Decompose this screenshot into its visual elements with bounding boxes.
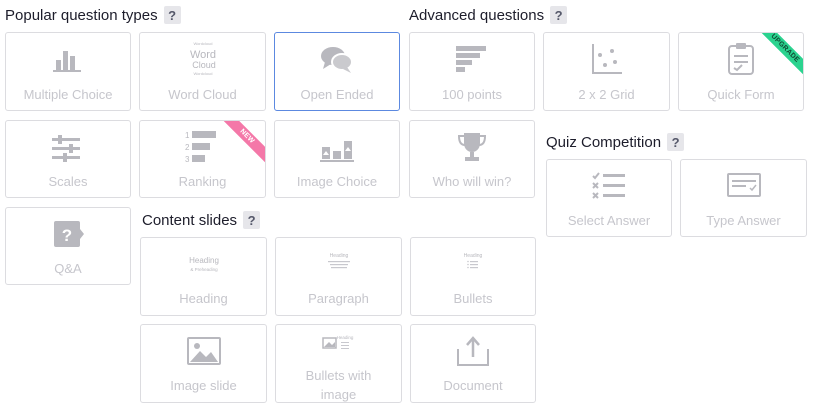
heading-preview-icon: Heading & Preheading (189, 256, 219, 272)
scatter-grid-icon (591, 44, 622, 74)
heading-preview-subtitle: & Preheading (190, 267, 218, 272)
clipboard-icon (728, 43, 754, 75)
card-open-ended[interactable]: Open Ended (274, 32, 400, 111)
new-ribbon-label: NEW (217, 121, 265, 166)
trophy-icon (457, 133, 487, 161)
image-bars-icon (320, 141, 354, 162)
upgrade-ribbon-label: UPGRADE (755, 33, 803, 78)
sliders-icon (52, 135, 80, 162)
paragraph-preview-icon: Heading (327, 253, 350, 269)
card-label: Heading (179, 291, 228, 306)
card-label: Open Ended (300, 87, 374, 102)
card-type-answer[interactable]: Type Answer (680, 159, 807, 237)
heading-preview-title: Heading (189, 256, 219, 265)
card-label: Q&A (54, 261, 82, 276)
card-document[interactable]: Document (410, 324, 536, 403)
popular-section-label: Popular question types (5, 6, 158, 24)
card-label: Quick Form (707, 87, 775, 102)
image-icon (186, 337, 221, 365)
card-label: Ranking (178, 174, 227, 189)
content-help-button[interactable]: ? (243, 211, 261, 229)
popular-help-button[interactable]: ? (163, 6, 181, 24)
document-upload-icon (457, 336, 489, 366)
card-qa[interactable]: ? Q&A (5, 207, 131, 285)
card-label: Word Cloud (168, 87, 237, 102)
quiz-section-title: Quiz Competition ? (546, 133, 685, 151)
card-bullets-with-image[interactable]: Heading Bullets with image (275, 324, 402, 403)
card-label: Paragraph (308, 291, 369, 306)
bar-chart-icon (53, 51, 81, 72)
card-heading[interactable]: Heading & Preheading Heading (140, 237, 267, 316)
horizontal-bars-icon (456, 46, 486, 72)
upgrade-ribbon: UPGRADE (755, 33, 803, 81)
quiz-help-button[interactable]: ? (667, 133, 685, 151)
paragraph-preview-title: Heading (329, 253, 348, 259)
card-image-choice[interactable]: Image Choice (274, 120, 400, 198)
popular-section-title: Popular question types ? (5, 6, 181, 24)
card-multiple-choice[interactable]: Multiple Choice (5, 32, 131, 111)
card-label: Image Choice (296, 174, 378, 189)
new-ribbon: NEW (217, 121, 265, 169)
card-100-points[interactable]: 100 points (409, 32, 535, 111)
card-label: Type Answer (706, 213, 781, 228)
advanced-section-label: Advanced questions (409, 6, 545, 24)
advanced-section-title: Advanced questions ? (409, 6, 568, 24)
card-2x2-grid[interactable]: 2 x 2 Grid (543, 32, 670, 111)
word-cloud-small-word-1: Wordcloud (193, 41, 212, 46)
advanced-help-button[interactable]: ? (550, 6, 568, 24)
content-section-title: Content slides ? (142, 211, 261, 229)
card-ranking[interactable]: 1 2 3 NEW Ranking (139, 120, 266, 198)
word-cloud-small-word-2: Wordcloud (193, 71, 212, 76)
quiz-section-label: Quiz Competition (546, 133, 662, 151)
card-quick-form[interactable]: UPGRADE Quick Form (678, 32, 804, 111)
card-word-cloud[interactable]: Wordcloud Word Cloud Wordcloud Word Clou… (139, 32, 266, 111)
card-label: Bullets (453, 291, 493, 306)
card-label: Scales (48, 174, 88, 189)
checklist-icon (592, 172, 625, 199)
content-section-label: Content slides (142, 211, 238, 229)
speech-bubbles-icon (321, 47, 353, 73)
ranking-number-1: 1 (185, 131, 190, 140)
word-cloud-icon: Wordcloud Word Cloud Wordcloud (189, 41, 216, 76)
card-label-line-1: Bullets with (305, 368, 372, 383)
question-bubble-icon: ? (54, 221, 84, 247)
image-bullets-icon: Heading (321, 335, 353, 349)
bullets-preview-title: Heading (464, 253, 483, 259)
card-label-line-2: image (320, 387, 357, 402)
card-label: Who will win? (432, 174, 512, 189)
word-cloud-big-word-2: Cloud (192, 60, 216, 70)
card-bullets[interactable]: Heading Bullets (410, 237, 536, 316)
card-label: Select Answer (567, 213, 651, 228)
card-label: Multiple Choice (23, 87, 113, 102)
card-label: 2 x 2 Grid (578, 87, 635, 102)
card-select-answer[interactable]: Select Answer (546, 159, 672, 237)
bullets-preview-icon: Heading (464, 253, 483, 269)
card-label: Image slide (170, 378, 237, 393)
card-paragraph[interactable]: Heading Paragraph (275, 237, 402, 316)
card-who-will-win[interactable]: Who will win? (409, 120, 535, 198)
card-label: Document (443, 378, 503, 393)
ranking-number-3: 3 (185, 155, 190, 164)
bullets-image-preview-title: Heading (336, 335, 353, 340)
card-scales[interactable]: Scales (5, 120, 131, 198)
card-image-slide[interactable]: Image slide (140, 324, 267, 403)
text-input-icon (726, 173, 761, 197)
card-label-multiline: Bullets with image (276, 366, 401, 402)
ranking-number-2: 2 (185, 143, 190, 152)
card-label: 100 points (442, 87, 502, 102)
qa-question-mark: ? (62, 226, 72, 245)
